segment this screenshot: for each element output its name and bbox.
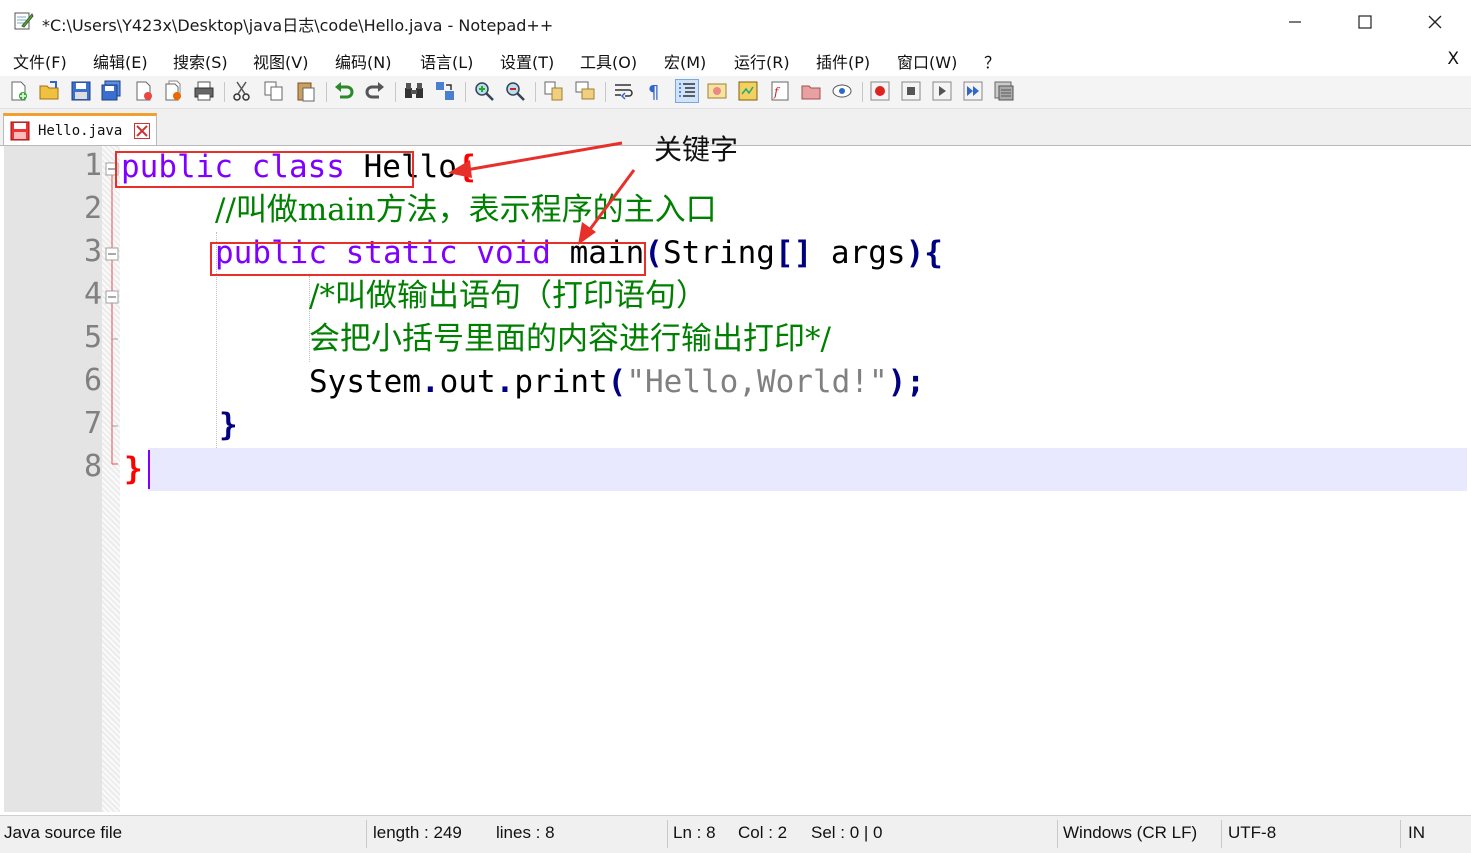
status-divider: [366, 820, 367, 848]
status-divider: [1221, 820, 1222, 848]
status-encoding[interactable]: UTF-8: [1228, 823, 1276, 843]
status-length: length : 249: [373, 823, 462, 842]
status-eol[interactable]: Windows (CR LF): [1063, 823, 1197, 843]
status-file-type: Java source file: [4, 823, 123, 842]
status-insert-mode[interactable]: IN: [1408, 823, 1425, 843]
status-selection: Sel : 0 | 0: [811, 823, 883, 842]
status-lines: lines : 8: [496, 823, 555, 842]
status-line-number: Ln : 8: [673, 823, 716, 842]
status-divider: [1057, 820, 1058, 848]
annotation-arrows: [448, 141, 636, 245]
status-bar: Java source file length : 249 lines : 8 …: [0, 815, 1471, 853]
status-divider: [1400, 820, 1401, 848]
status-column: Col : 2: [738, 823, 788, 842]
status-divider: [667, 820, 668, 848]
